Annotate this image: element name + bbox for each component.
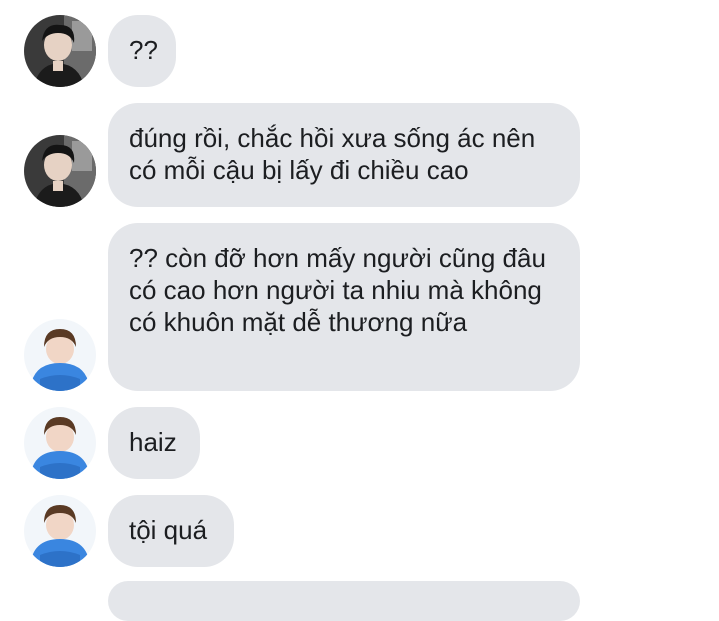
avatar[interactable] (24, 135, 96, 207)
avatar[interactable] (24, 15, 96, 87)
message-bubble-partial (108, 581, 580, 621)
chat-thread: ?? đúng rồi, chắc hồi xưa sống ác nên có… (0, 0, 719, 621)
avatar-blue-photo (24, 495, 96, 567)
avatar[interactable] (24, 407, 96, 479)
message-bubble[interactable]: ?? (108, 15, 176, 87)
avatar[interactable] (24, 319, 96, 391)
avatar-blue-photo (24, 319, 96, 391)
avatar-blue-photo (24, 407, 96, 479)
message-bubble[interactable]: tội quá (108, 495, 234, 567)
avatar-dark-photo (24, 15, 96, 87)
message-bubble[interactable]: ?? còn đỡ hơn mấy người cũng đâu có cao … (108, 223, 580, 391)
message-bubble[interactable]: haiz (108, 407, 200, 479)
avatar[interactable] (24, 495, 96, 567)
message-bubble[interactable]: đúng rồi, chắc hồi xưa sống ác nên có mỗ… (108, 103, 580, 207)
avatar-dark-photo (24, 135, 96, 207)
